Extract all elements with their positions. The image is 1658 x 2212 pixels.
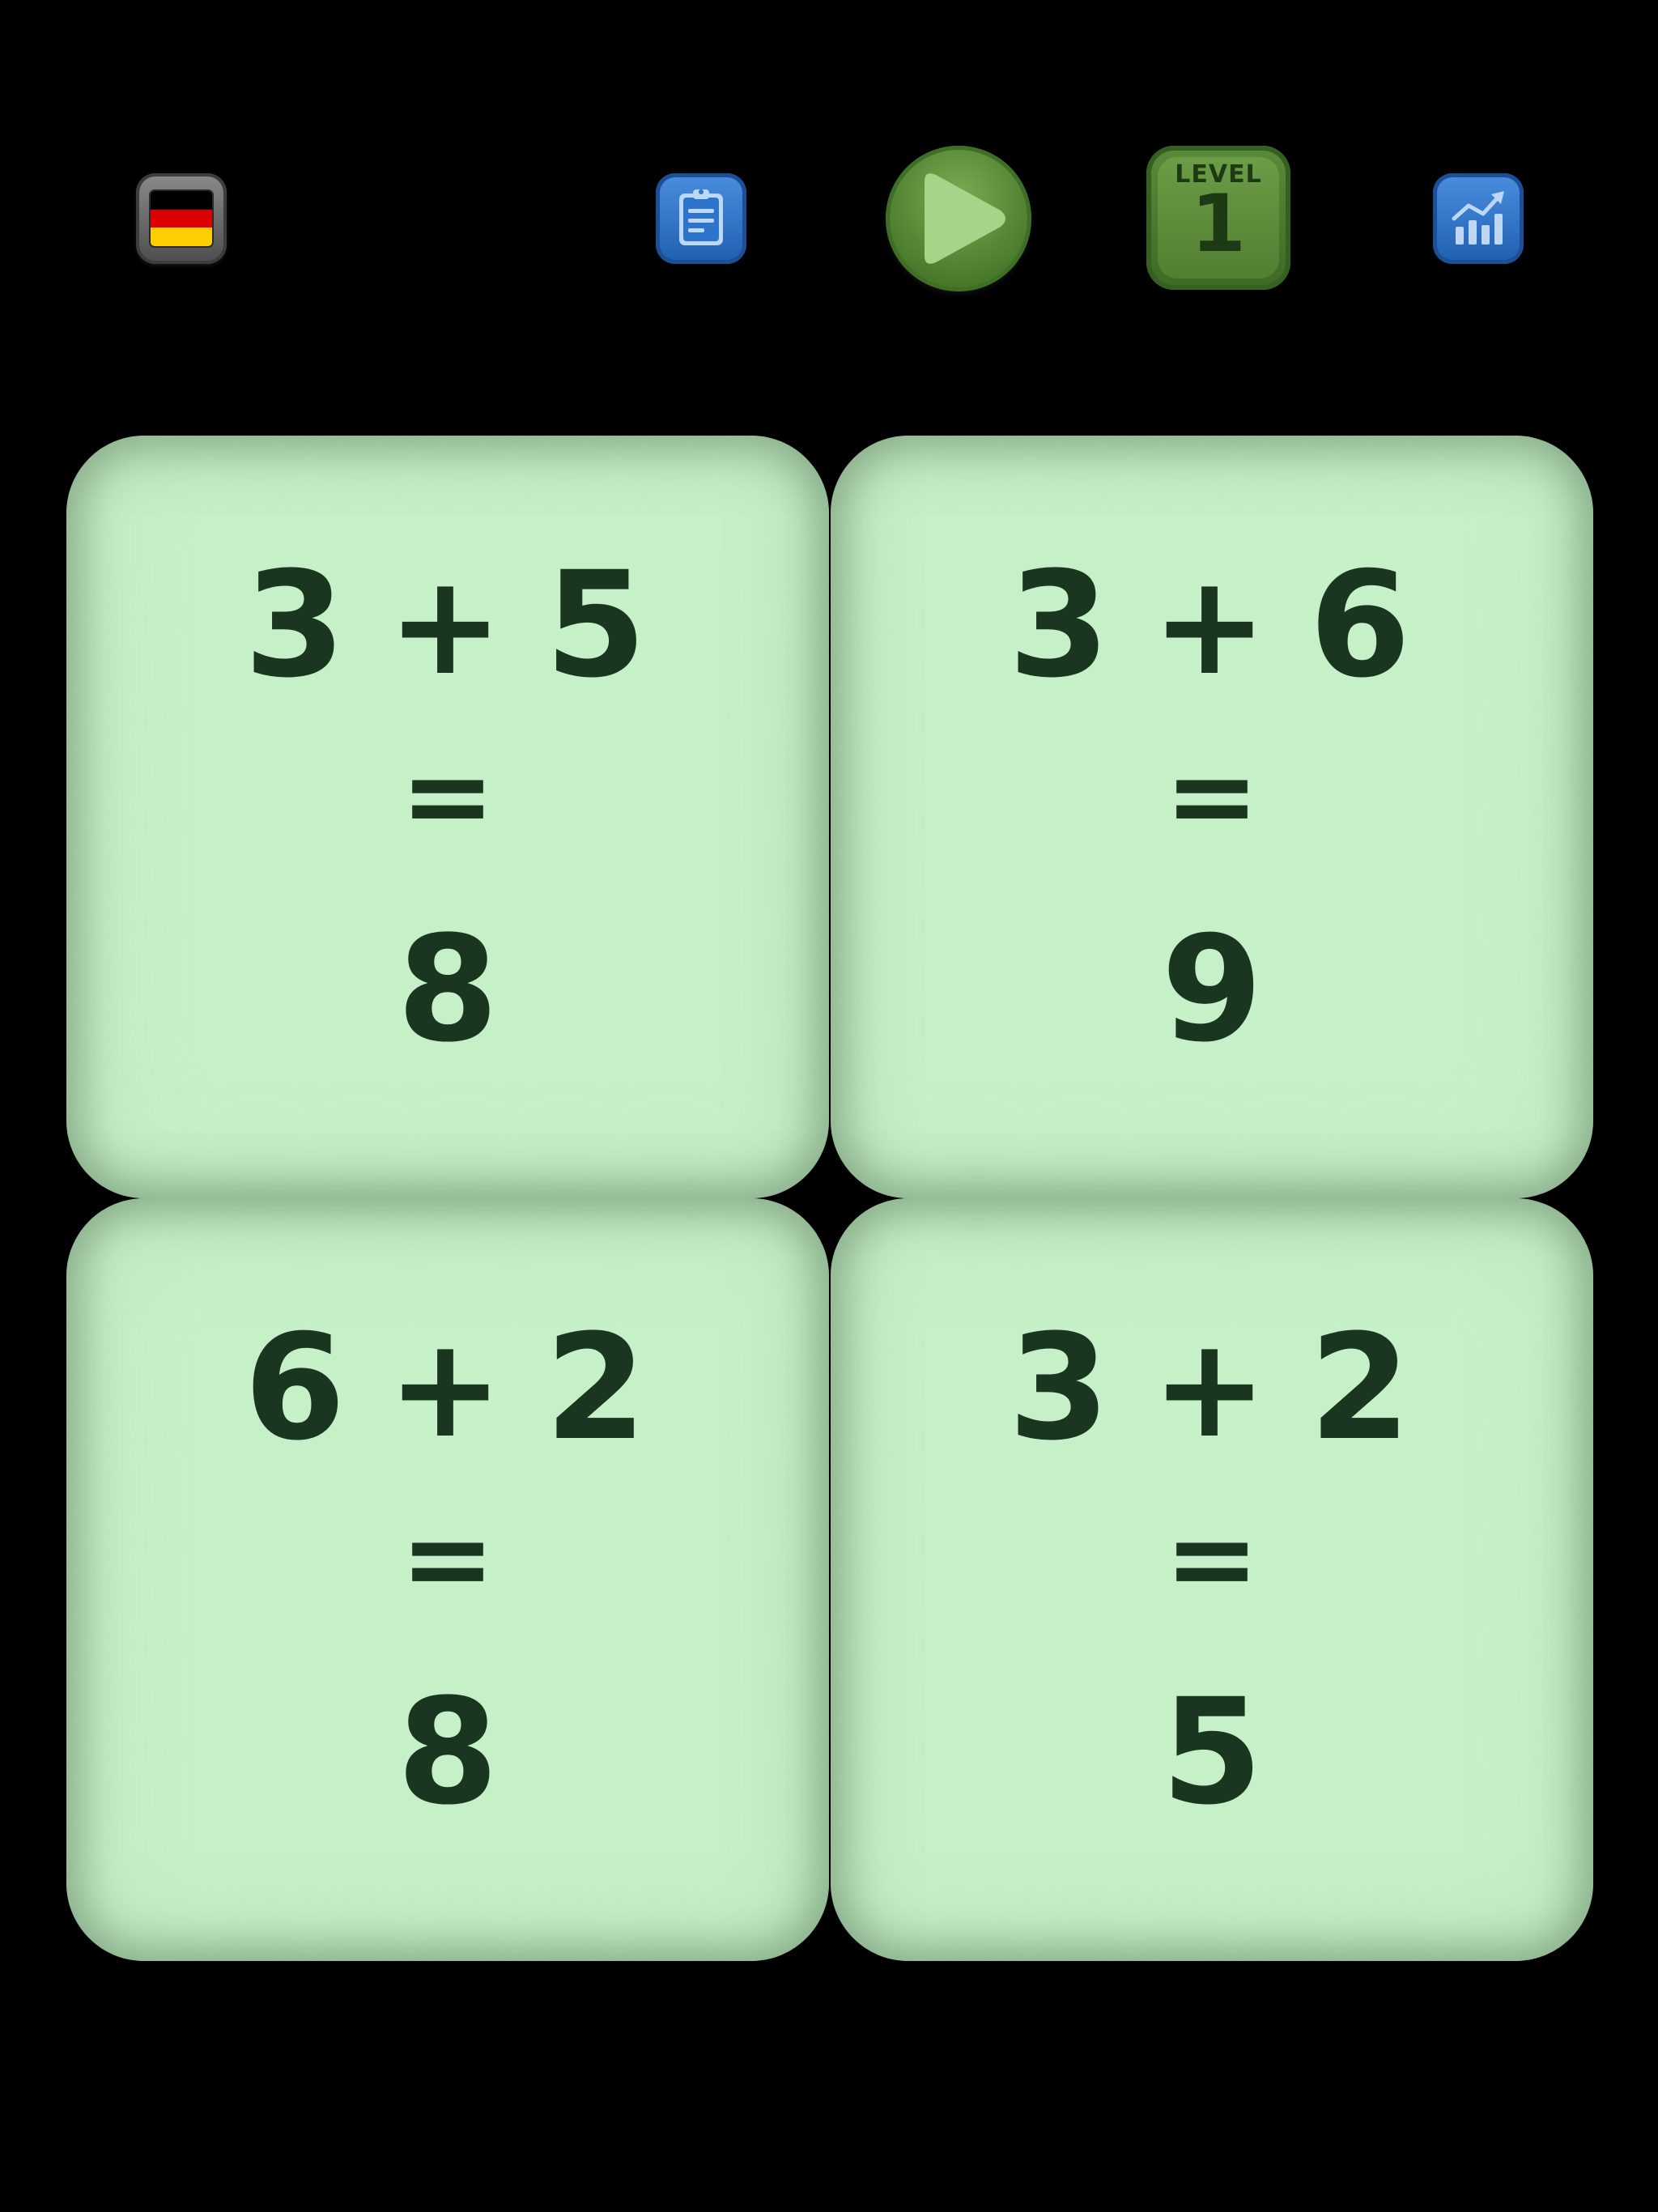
right-operand: 6 bbox=[1309, 541, 1416, 710]
statistics-button[interactable] bbox=[1433, 173, 1524, 264]
operator: + bbox=[1151, 546, 1273, 706]
equation-card[interactable]: 3 + 6 = 9 bbox=[831, 436, 1593, 1198]
equation-card[interactable]: 6 + 2 = 8 bbox=[66, 1198, 829, 1961]
equation-result: 9 bbox=[1161, 905, 1263, 1074]
task-list-button[interactable] bbox=[656, 173, 746, 264]
equals-sign: = bbox=[400, 1493, 495, 1625]
equation-result: 8 bbox=[397, 1668, 499, 1837]
equals-sign: = bbox=[1164, 1493, 1260, 1625]
play-button[interactable] bbox=[886, 146, 1031, 291]
operator: + bbox=[387, 546, 508, 706]
left-operand: 6 bbox=[244, 1304, 351, 1473]
equals-sign: = bbox=[1164, 730, 1260, 862]
operator: + bbox=[1151, 1308, 1273, 1469]
equation-expression: 3 + 2 bbox=[831, 1308, 1593, 1469]
operator: + bbox=[387, 1308, 508, 1469]
language-button[interactable] bbox=[136, 173, 227, 264]
clipboard-icon bbox=[679, 189, 723, 245]
right-operand: 2 bbox=[545, 1304, 652, 1473]
left-operand: 3 bbox=[1008, 541, 1115, 710]
equation-card[interactable]: 3 + 5 = 8 bbox=[66, 436, 829, 1198]
chart-growth-icon bbox=[1452, 191, 1504, 245]
left-operand: 3 bbox=[1008, 1304, 1115, 1473]
equation-card[interactable]: 3 + 2 = 5 bbox=[831, 1198, 1593, 1961]
right-operand: 5 bbox=[545, 541, 652, 710]
right-operand: 2 bbox=[1309, 1304, 1416, 1473]
equation-result: 8 bbox=[397, 905, 499, 1074]
equation-expression: 3 + 5 bbox=[66, 546, 829, 706]
level-number: 1 bbox=[1190, 178, 1247, 270]
level-button[interactable]: LEVEL 1 bbox=[1146, 146, 1290, 290]
equation-expression: 3 + 6 bbox=[831, 546, 1593, 706]
equation-result: 5 bbox=[1161, 1668, 1263, 1837]
top-toolbar: LEVEL 1 bbox=[0, 0, 1658, 389]
equation-expression: 6 + 2 bbox=[66, 1308, 829, 1469]
germany-flag-icon bbox=[151, 191, 212, 246]
play-icon bbox=[925, 173, 1005, 264]
left-operand: 3 bbox=[244, 541, 351, 710]
equation-grid: 3 + 5 = 8 3 + 6 = 9 6 + 2 = 8 3 + 2 = 5 bbox=[66, 436, 1593, 1961]
equals-sign: = bbox=[400, 730, 495, 862]
level-badge: LEVEL 1 bbox=[1158, 157, 1279, 279]
